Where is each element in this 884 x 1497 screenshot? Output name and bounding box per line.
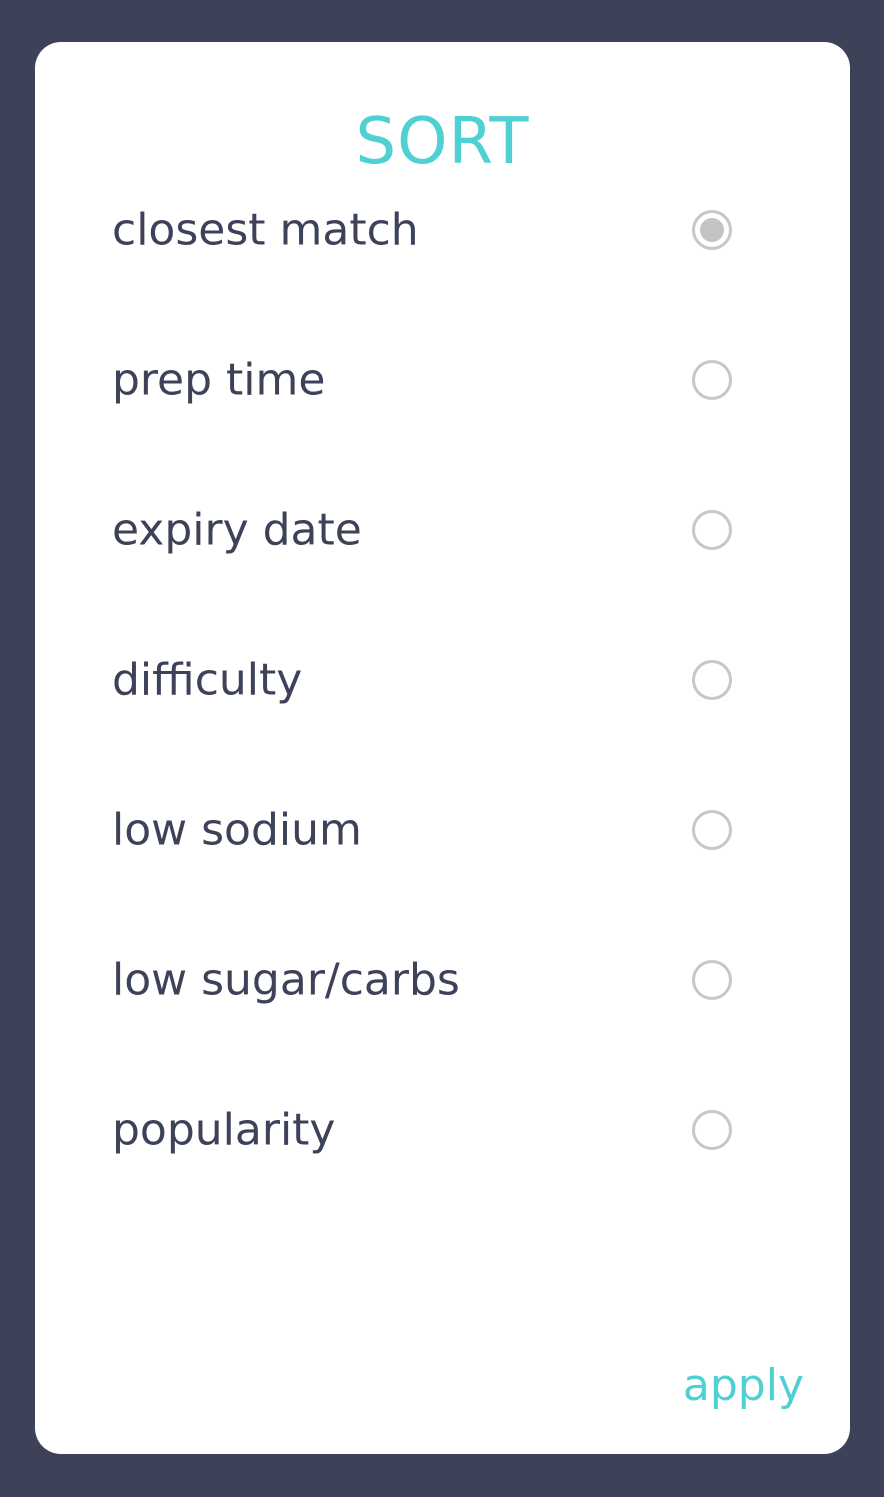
radio-button[interactable] xyxy=(692,360,732,400)
sort-option-low-sodium[interactable]: low sodium xyxy=(35,780,850,880)
option-label: popularity xyxy=(112,1104,336,1156)
sort-option-low-sugar-carbs[interactable]: low sugar/carbs xyxy=(35,930,850,1030)
dialog-title: SORT xyxy=(355,105,530,179)
sort-option-popularity[interactable]: popularity xyxy=(35,1080,850,1180)
radio-selected-dot xyxy=(700,218,724,242)
radio-button[interactable] xyxy=(692,810,732,850)
option-label: low sugar/carbs xyxy=(112,954,460,1006)
radio-button[interactable] xyxy=(692,960,732,1000)
radio-button[interactable] xyxy=(692,1110,732,1150)
sort-dialog: SORT closest match prep time expiry date… xyxy=(35,42,850,1454)
option-label: low sodium xyxy=(112,804,362,856)
option-label: prep time xyxy=(112,354,326,406)
apply-button[interactable]: apply xyxy=(683,1360,804,1411)
sort-option-prep-time[interactable]: prep time xyxy=(35,330,850,430)
option-label: expiry date xyxy=(112,504,362,556)
option-label: difficulty xyxy=(112,654,303,706)
sort-option-difficulty[interactable]: difficulty xyxy=(35,630,850,730)
sort-option-closest-match[interactable]: closest match xyxy=(35,180,850,280)
radio-button[interactable] xyxy=(692,510,732,550)
radio-button[interactable] xyxy=(692,660,732,700)
radio-button[interactable] xyxy=(692,210,732,250)
sort-option-expiry-date[interactable]: expiry date xyxy=(35,480,850,580)
option-label: closest match xyxy=(112,204,419,256)
